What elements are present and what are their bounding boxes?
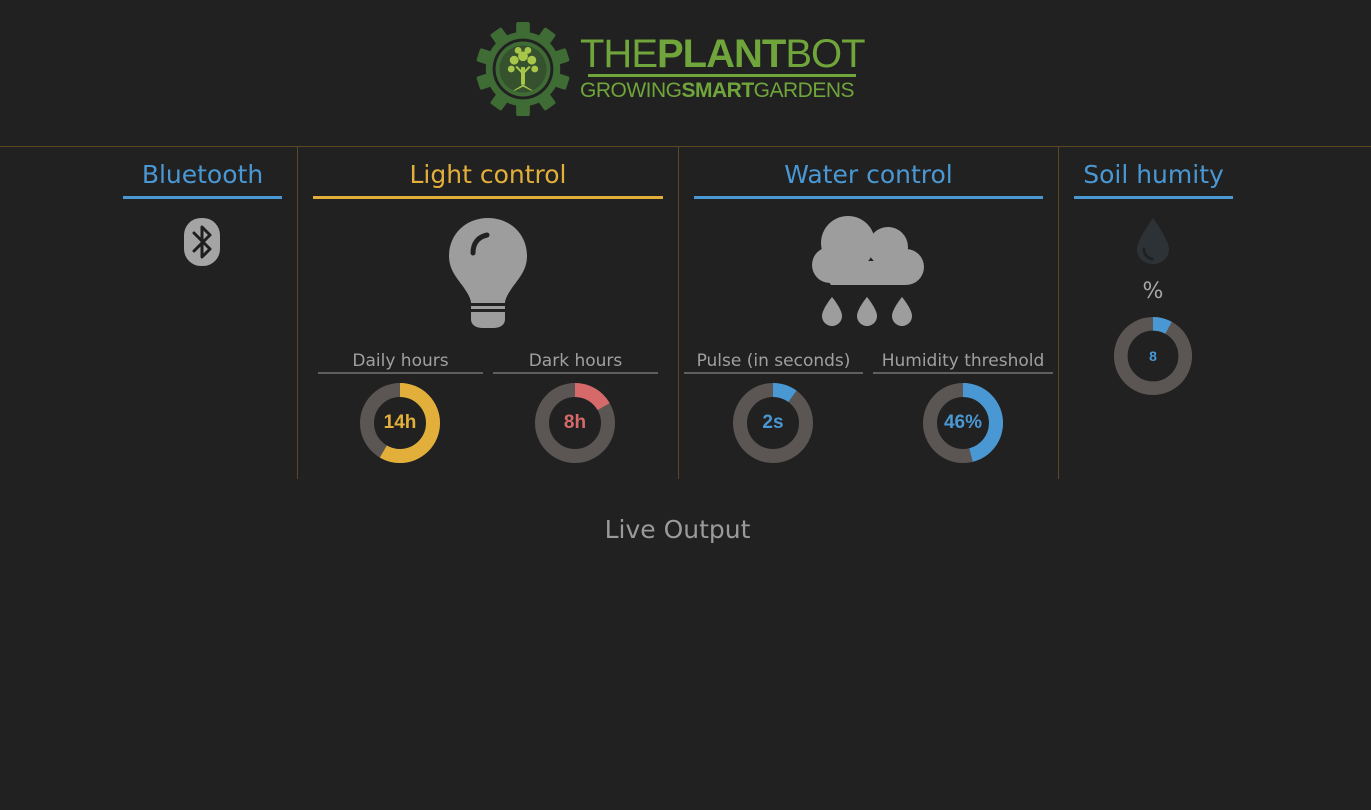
water-drop-icon [1137,218,1169,264]
section-title-light: Light control [409,160,567,189]
section-title-soil: Soil humity [1083,160,1224,189]
tree-gear-icon [476,21,570,117]
humidity-threshold-underline [873,372,1053,374]
logo-title-bot: BOT [785,32,865,76]
column-divider [297,147,298,479]
logo-title-the: THE [580,32,658,76]
dark-hours-label: Dark hours [528,351,623,371]
column-divider [678,147,679,479]
logo-sub-smart: SMART [681,79,755,102]
pulse-label: Pulse (in seconds) [696,351,851,371]
logo-sub-growing: GROWING [580,79,682,102]
header-divider [0,146,1371,147]
daily-hours-label: Daily hours [352,351,449,371]
light-bulb-icon[interactable] [447,217,529,329]
logo-subtitle: GROWINGSMARTGARDENS [580,78,855,104]
soil-humidity-value: 8 [1149,348,1157,364]
column-divider [1058,147,1059,479]
section-title-water: Water control [784,160,953,189]
daily-hours-value: 14h [383,412,417,433]
logo-title: THEPLANTBOT [580,32,866,76]
live-output-title: Live Output [604,515,751,544]
soil-unit-label: % [1142,279,1164,304]
section-underline-bluetooth [123,196,282,199]
bluetooth-icon[interactable] [183,217,221,267]
rain-cloud-icon[interactable] [810,215,926,329]
section-underline-water [694,196,1043,199]
section-title-bluetooth: Bluetooth [141,160,264,189]
humidity-threshold-label: Humidity threshold [881,351,1045,371]
logo-title-plant: PLANT [657,32,786,76]
logo-sub-gardens: GARDENS [753,79,855,102]
section-underline-soil [1074,196,1233,199]
pulse-underline [684,372,863,374]
pulse-value: 2s [762,412,784,433]
logo-underline [588,74,856,77]
dark-hours-value: 8h [563,412,587,433]
humidity-threshold-value: 46% [943,412,983,433]
dark-hours-underline [493,372,658,374]
section-underline-light [313,196,663,199]
daily-hours-underline [318,372,483,374]
